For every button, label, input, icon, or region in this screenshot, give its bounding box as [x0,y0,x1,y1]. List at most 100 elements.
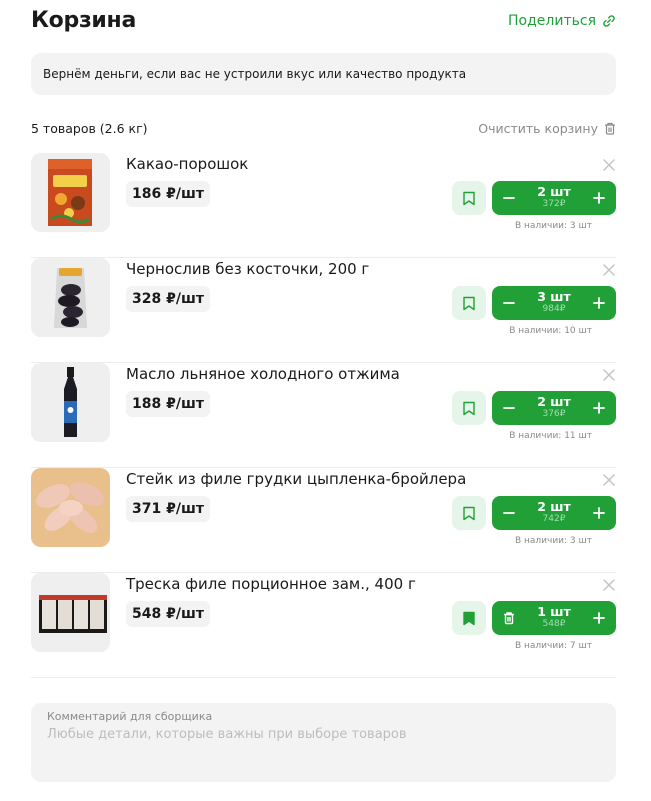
quantity-display: 2 шт 742₽ [526,496,582,530]
page-title: Корзина [31,8,136,33]
item-name[interactable]: Треска филе порционное зам., 400 г [126,575,416,593]
item-name[interactable]: Масло льняное холодного отжима [126,365,400,383]
favorite-button[interactable] [452,496,486,530]
minus-icon [503,197,515,199]
decrease-button[interactable] [492,286,526,320]
close-icon [603,474,615,486]
item-name[interactable]: Какао-порошок [126,155,248,173]
minus-icon [503,407,515,409]
line-total: 548₽ [542,619,566,629]
minus-icon [503,512,515,514]
plus-icon [593,297,605,309]
line-total: 742₽ [542,514,566,524]
remove-item-button[interactable] [602,158,616,172]
item-price: 328 ₽/шт [126,286,210,312]
clear-cart-button[interactable]: Очистить корзину [478,121,616,136]
close-icon [603,264,615,276]
decrease-button[interactable] [492,181,526,215]
refund-banner: Вернём деньги, если вас не устроили вкус… [31,53,616,95]
quantity-value: 2 шт [537,499,571,514]
line-total: 984₽ [542,304,566,314]
remove-item-button[interactable] [602,578,616,592]
trash-icon [605,122,615,135]
delete-button[interactable] [492,601,526,635]
quantity-stepper[interactable]: 2 шт 376₽ [492,391,616,425]
quantity-display: 2 шт 372₽ [526,181,582,215]
picker-comment-field[interactable]: Комментарий для сборщика Любые детали, к… [31,703,616,782]
remove-item-button[interactable] [602,263,616,277]
share-label: Поделиться [508,13,596,29]
close-icon [603,579,615,591]
quantity-value: 2 шт [537,184,571,199]
favorite-button[interactable] [452,181,486,215]
increase-button[interactable] [582,601,616,635]
cod-fillet-image[interactable] [31,573,110,652]
item-name[interactable]: Чернослив без косточки, 200 г [126,260,369,278]
quantity-value: 2 шт [537,394,571,409]
bookmark-icon [463,401,475,415]
cart-item-cod: Треска филе порционное зам., 400 г 548 ₽… [31,573,616,678]
stock-info: В наличии: 11 шт [509,431,592,441]
favorite-button[interactable] [452,286,486,320]
remove-item-button[interactable] [602,368,616,382]
cart-item-prunes: Чернослив без косточки, 200 г 328 ₽/шт 3… [31,258,616,363]
quantity-stepper[interactable]: 1 шт 548₽ [492,601,616,635]
item-price: 371 ₽/шт [126,496,210,522]
item-name[interactable]: Стейк из филе грудки цыпленка-бройлера [126,470,466,488]
line-total: 372₽ [542,199,566,209]
quantity-stepper[interactable]: 2 шт 372₽ [492,181,616,215]
prunes-pack-image[interactable] [31,258,110,337]
plus-icon [593,192,605,204]
bookmark-icon [463,296,475,310]
increase-button[interactable] [582,286,616,320]
header: Корзина Поделиться [31,8,616,38]
cart-item-chicken-steak: Стейк из филе грудки цыпленка-бройлера 3… [31,468,616,573]
oil-bottle-image[interactable] [31,363,110,442]
quantity-display: 2 шт 376₽ [526,391,582,425]
cart-item-cocoa: Какао-порошок 186 ₽/шт 2 шт 372₽ В налич… [31,153,616,258]
quantity-display: 3 шт 984₽ [526,286,582,320]
close-icon [603,369,615,381]
quantity-stepper[interactable]: 3 шт 984₽ [492,286,616,320]
link-icon [603,15,615,27]
cart-summary: 5 товаров (2.6 кг) Очистить корзину [31,119,616,139]
trash-icon [504,612,514,625]
item-divider [31,677,616,678]
share-button[interactable]: Поделиться [508,13,616,29]
decrease-button[interactable] [492,496,526,530]
stock-info: В наличии: 3 шт [514,536,592,546]
comment-placeholder: Любые детали, которые важны при выборе т… [47,727,407,742]
cart-item-flax-oil: Масло льняное холодного отжима 188 ₽/шт … [31,363,616,468]
decrease-button[interactable] [492,391,526,425]
items-count: 5 товаров (2.6 кг) [31,121,148,136]
line-total: 376₽ [542,409,566,419]
increase-button[interactable] [582,391,616,425]
plus-icon [593,507,605,519]
quantity-value: 3 шт [537,289,571,304]
item-price: 186 ₽/шт [126,181,210,207]
item-price: 548 ₽/шт [126,601,210,627]
increase-button[interactable] [582,181,616,215]
bookmark-icon [463,506,475,520]
plus-icon [593,612,605,624]
cocoa-box-image[interactable] [31,153,110,232]
bookmark-filled-icon [463,611,475,625]
bookmark-icon [463,191,475,205]
item-price: 188 ₽/шт [126,391,210,417]
stock-info: В наличии: 3 шт [514,221,592,231]
favorite-button[interactable] [452,391,486,425]
chicken-fillet-image[interactable] [31,468,110,547]
plus-icon [593,402,605,414]
minus-icon [503,302,515,304]
quantity-display: 1 шт 548₽ [526,601,582,635]
favorite-button[interactable] [452,601,486,635]
remove-item-button[interactable] [602,473,616,487]
stock-info: В наличии: 10 шт [509,326,592,336]
increase-button[interactable] [582,496,616,530]
comment-label: Комментарий для сборщика [47,710,213,723]
quantity-value: 1 шт [537,604,571,619]
clear-cart-label: Очистить корзину [478,121,598,136]
quantity-stepper[interactable]: 2 шт 742₽ [492,496,616,530]
close-icon [603,159,615,171]
stock-info: В наличии: 7 шт [514,641,592,651]
